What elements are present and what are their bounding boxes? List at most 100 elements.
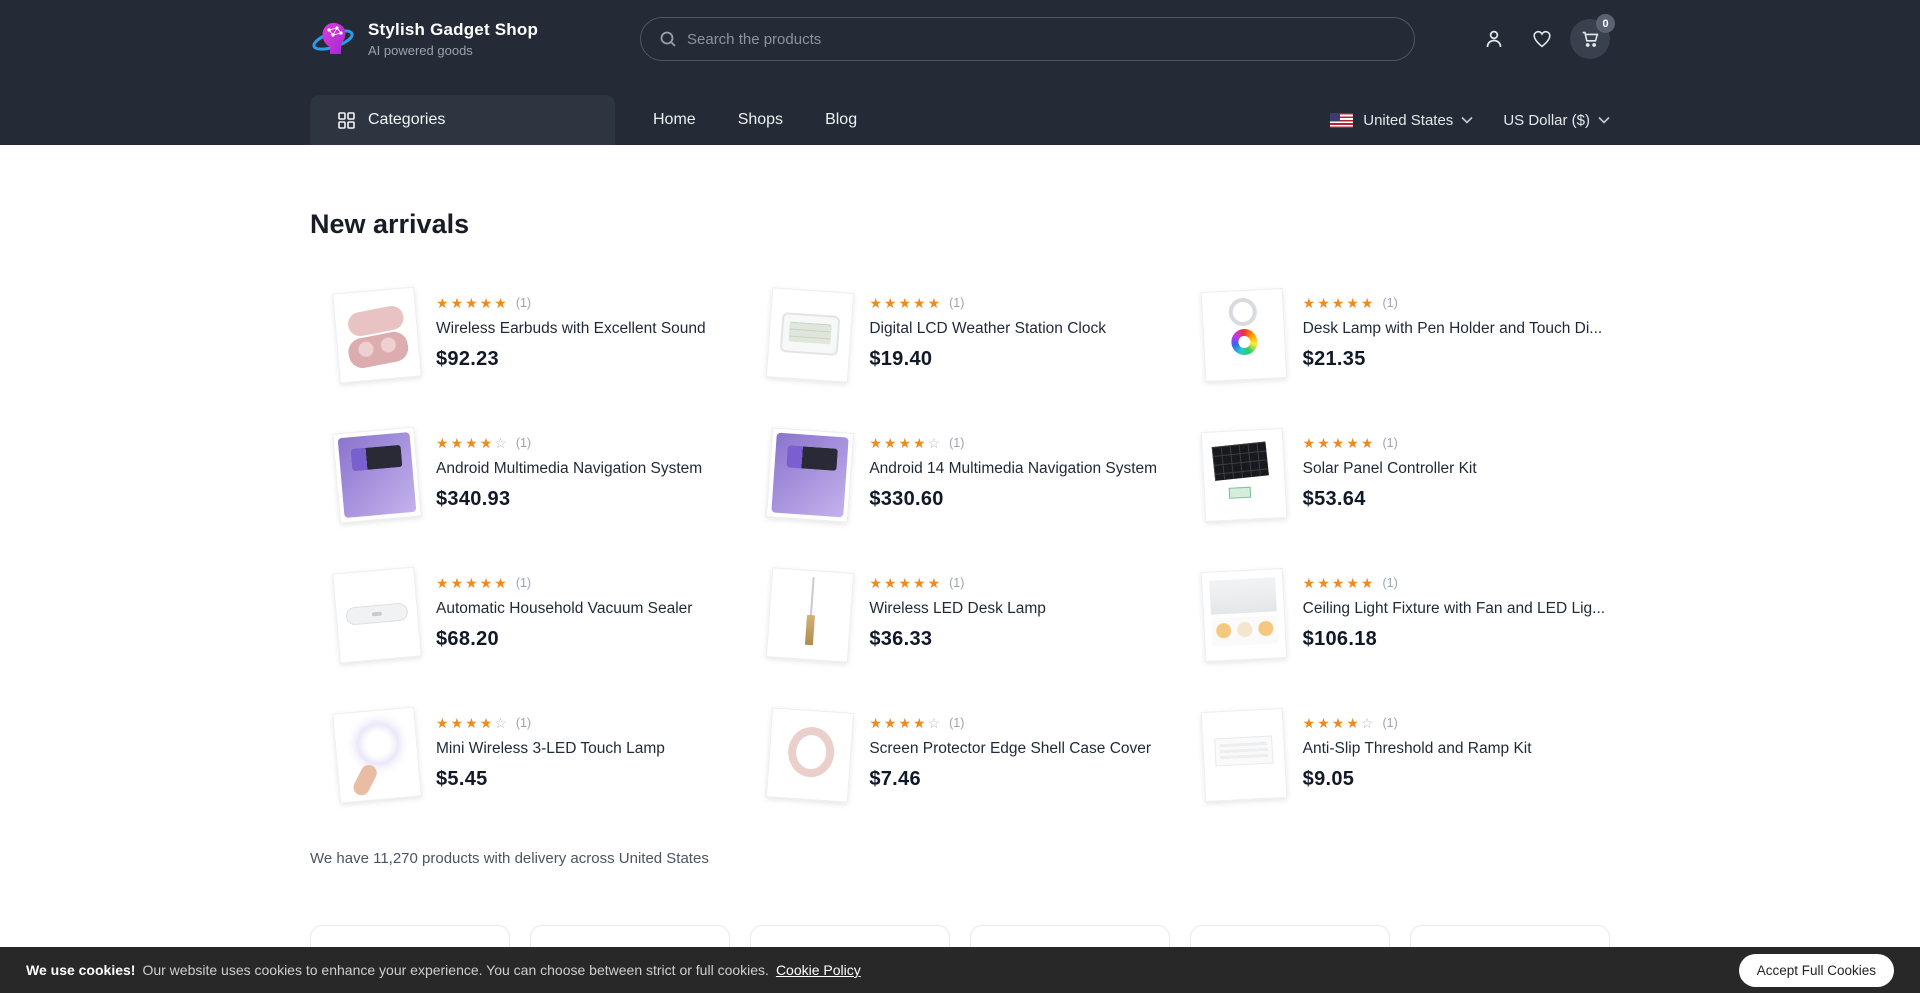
product-name[interactable]: Digital LCD Weather Station Clock [869,320,1106,338]
star-filled-icon: ★ [913,436,926,450]
review-count: (1) [1382,297,1397,310]
product-image [332,287,422,384]
product-name[interactable]: Screen Protector Edge Shell Case Cover [869,740,1151,758]
rating-stars: ★★★★☆(1) [869,436,1157,450]
cookie-banner: We use cookies! Our website uses cookies… [0,947,1920,993]
cart-button[interactable]: 0 [1570,19,1610,59]
star-filled-icon: ★ [1303,576,1316,590]
main-nav: Home Shops Blog [653,111,857,129]
star-filled-icon: ★ [1332,296,1345,310]
product-name[interactable]: Android 14 Multimedia Navigation System [869,460,1157,478]
nav-link-blog[interactable]: Blog [825,111,857,129]
product-price: $9.05 [1303,768,1532,791]
review-count: (1) [949,437,964,450]
review-count: (1) [1382,577,1397,590]
product-name[interactable]: Wireless Earbuds with Excellent Sound [436,320,706,338]
product-image [1200,568,1287,662]
product-card[interactable]: ★★★★★(1) Wireless Earbuds with Excellent… [310,290,743,386]
product-price: $19.40 [869,348,1106,371]
product-card[interactable]: ★★★★★(1) Wireless LED Desk Lamp $36.33 [743,570,1176,666]
cookie-policy-link[interactable]: Cookie Policy [776,962,861,978]
brand-title: Stylish Gadget Shop [368,20,538,40]
star-filled-icon: ★ [898,716,911,730]
currency-selector[interactable]: US Dollar ($) [1503,112,1610,129]
star-filled-icon: ★ [869,436,882,450]
rating-stars: ★★★★☆(1) [436,436,702,450]
star-filled-icon: ★ [869,576,882,590]
product-card[interactable]: ★★★★★(1) Desk Lamp with Pen Holder and T… [1177,290,1610,386]
product-name[interactable]: Mini Wireless 3-LED Touch Lamp [436,740,665,758]
star-filled-icon: ★ [436,716,449,730]
product-card[interactable]: ★★★★★(1) Digital LCD Weather Station Clo… [743,290,1176,386]
page-title: New arrivals [310,209,1610,240]
review-count: (1) [516,297,531,310]
star-filled-icon: ★ [480,576,493,590]
brand-logo-block[interactable]: Stylish Gadget Shop AI powered goods [310,16,640,62]
star-filled-icon: ★ [451,436,464,450]
star-filled-icon: ★ [1346,436,1359,450]
search-bar[interactable] [640,17,1415,61]
star-filled-icon: ★ [1317,716,1330,730]
product-image [1200,708,1287,802]
product-card[interactable]: ★★★★★(1) Automatic Household Vacuum Seal… [310,570,743,666]
nav-link-shops[interactable]: Shops [738,111,783,129]
country-selector[interactable]: United States [1330,112,1473,129]
star-filled-icon: ★ [451,296,464,310]
star-filled-icon: ★ [480,296,493,310]
product-name[interactable]: Solar Panel Controller Kit [1303,460,1477,478]
product-name[interactable]: Ceiling Light Fixture with Fan and LED L… [1303,600,1605,618]
product-name[interactable]: Automatic Household Vacuum Sealer [436,600,692,618]
product-image [1200,288,1287,382]
star-filled-icon: ★ [1317,296,1330,310]
star-filled-icon: ★ [465,296,478,310]
accept-cookies-button[interactable]: Accept Full Cookies [1739,954,1894,987]
product-name[interactable]: Anti-Slip Threshold and Ramp Kit [1303,740,1532,758]
wishlist-button[interactable] [1522,19,1562,59]
search-input[interactable] [687,31,1396,48]
star-filled-icon: ★ [928,576,941,590]
review-count: (1) [516,717,531,730]
cart-icon [1579,28,1601,50]
brand-logo-icon [310,16,356,62]
product-price: $92.23 [436,348,706,371]
search-icon [659,30,677,48]
star-filled-icon: ★ [1303,436,1316,450]
product-card[interactable]: ★★★★☆(1) Android Multimedia Navigation S… [310,430,743,526]
product-card[interactable]: ★★★★★(1) Ceiling Light Fixture with Fan … [1177,570,1610,666]
product-card[interactable]: ★★★★☆(1) Mini Wireless 3-LED Touch Lamp … [310,710,743,806]
star-filled-icon: ★ [494,296,507,310]
star-filled-icon: ★ [898,296,911,310]
product-name[interactable]: Wireless LED Desk Lamp [869,600,1046,618]
account-button[interactable] [1474,19,1514,59]
product-grid: ★★★★★(1) Wireless Earbuds with Excellent… [310,290,1610,806]
product-card[interactable]: ★★★★☆(1) Screen Protector Edge Shell Cas… [743,710,1176,806]
product-image [1200,428,1287,522]
user-icon [1483,28,1505,50]
rating-stars: ★★★★★(1) [869,576,1046,590]
product-card[interactable]: ★★★★☆(1) Android 14 Multimedia Navigatio… [743,430,1176,526]
star-filled-icon: ★ [1332,436,1345,450]
rating-stars: ★★★★★(1) [436,296,706,310]
star-filled-icon: ★ [898,436,911,450]
star-filled-icon: ★ [1361,576,1374,590]
review-count: (1) [949,717,964,730]
star-filled-icon: ★ [1361,296,1374,310]
review-count: (1) [949,577,964,590]
cookie-banner-title: We use cookies! [26,962,135,978]
product-card[interactable]: ★★★★☆(1) Anti-Slip Threshold and Ramp Ki… [1177,710,1610,806]
star-filled-icon: ★ [884,436,897,450]
star-filled-icon: ★ [1317,576,1330,590]
rating-stars: ★★★★☆(1) [436,716,665,730]
product-image [766,567,854,663]
categories-button[interactable]: Categories [310,95,615,145]
star-filled-icon: ★ [465,716,478,730]
currency-label: US Dollar ($) [1503,112,1590,129]
product-name[interactable]: Android Multimedia Navigation System [436,460,702,478]
categories-label: Categories [368,111,445,129]
product-card[interactable]: ★★★★★(1) Solar Panel Controller Kit $53.… [1177,430,1610,526]
nav-link-home[interactable]: Home [653,111,696,129]
review-count: (1) [516,577,531,590]
product-image [332,427,422,524]
product-name[interactable]: Desk Lamp with Pen Holder and Touch Di..… [1303,320,1603,338]
main-content: New arrivals ★★★★★(1) Wireless Earbuds w… [310,209,1610,993]
